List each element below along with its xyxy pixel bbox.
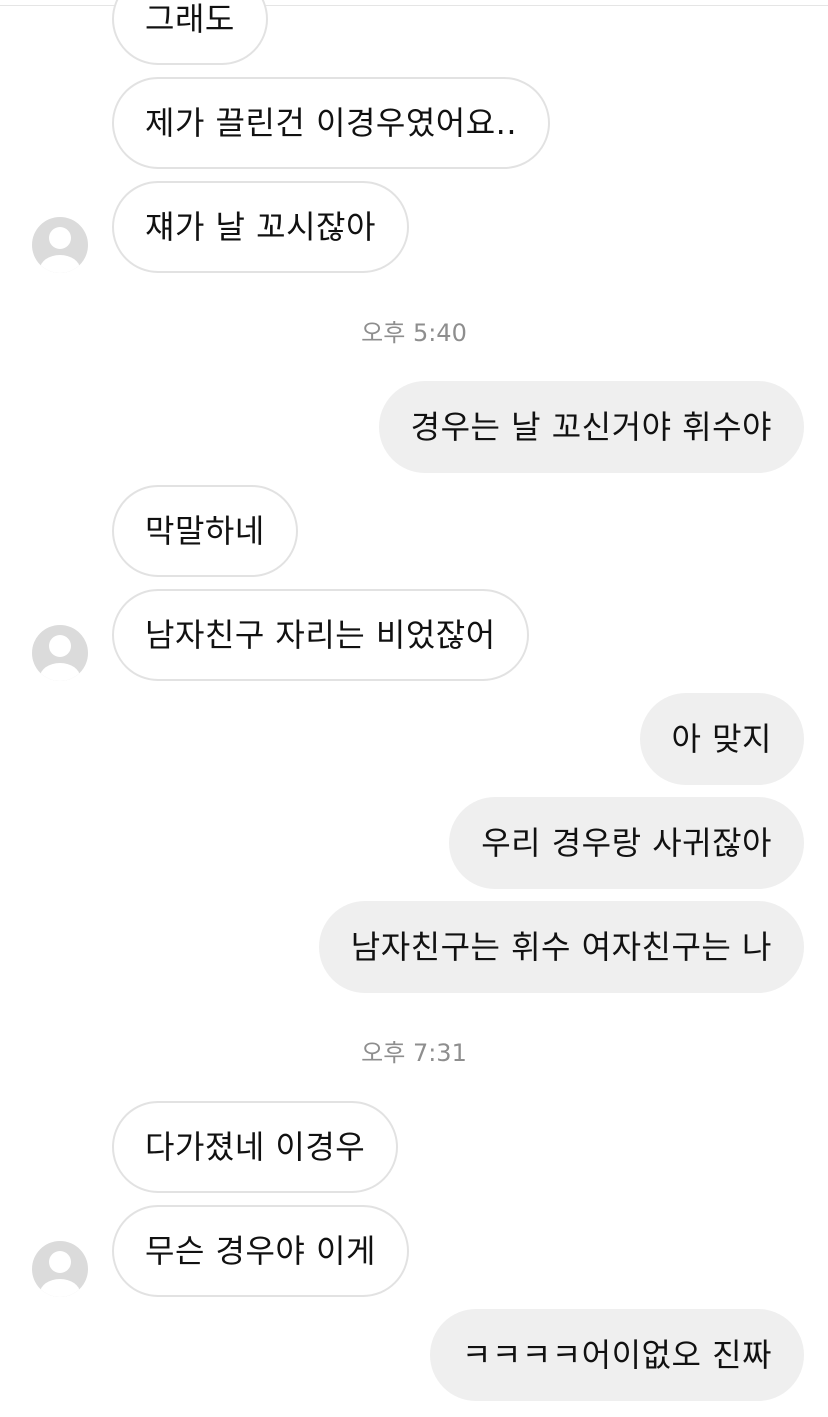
- default-user-icon[interactable]: [32, 217, 88, 273]
- incoming-message-bubble[interactable]: 다가졌네 이경우: [112, 1101, 399, 1193]
- message-text: 남자친구는 휘수 여자친구는 나: [350, 928, 772, 966]
- outgoing-message-bubble[interactable]: 경우는 날 꼬신거야 휘수야: [378, 381, 804, 473]
- incoming-message-bubble[interactable]: 무슨 경우야 이게: [112, 1205, 409, 1297]
- message-text: 아 맞지: [671, 720, 772, 758]
- message-text: 쟤가 날 꼬시잖아: [145, 208, 376, 246]
- message-text: 그래도: [145, 0, 235, 38]
- incoming-message-bubble[interactable]: 그래도: [112, 0, 268, 65]
- outgoing-message-bubble[interactable]: 아 맞지: [639, 693, 804, 785]
- outgoing-message-bubble[interactable]: 남자친구는 휘수 여자친구는 나: [318, 901, 804, 993]
- incoming-message-bubble[interactable]: 쟤가 날 꼬시잖아: [112, 181, 409, 273]
- message-text: 경우는 날 꼬신거야 휘수야: [410, 408, 772, 446]
- message-text: ㅋㅋㅋㅋ어이없오 진짜: [461, 1336, 772, 1374]
- message-text: 우리 경우랑 사귀잖아: [481, 824, 772, 862]
- incoming-message-bubble[interactable]: 막말하네: [112, 485, 298, 577]
- incoming-message-bubble[interactable]: 제가 끌린건 이경우였어요..: [112, 77, 551, 169]
- outgoing-message-bubble[interactable]: 우리 경우랑 사귀잖아: [449, 797, 804, 889]
- timestamp: 오후 5:40: [361, 319, 467, 347]
- message-text: 제가 끌린건 이경우였어요..: [145, 104, 518, 142]
- default-user-icon[interactable]: [32, 625, 88, 681]
- default-user-icon[interactable]: [32, 1241, 88, 1297]
- timestamp: 오후 7:31: [361, 1039, 467, 1067]
- message-text: 무슨 경우야 이게: [145, 1232, 376, 1270]
- message-text: 다가졌네 이경우: [145, 1128, 366, 1166]
- message-text: 남자친구 자리는 비었잖어: [145, 616, 496, 654]
- outgoing-message-bubble[interactable]: ㅋㅋㅋㅋ어이없오 진짜: [429, 1309, 804, 1401]
- message-text: 막말하네: [145, 512, 265, 550]
- incoming-message-bubble[interactable]: 남자친구 자리는 비었잖어: [112, 589, 529, 681]
